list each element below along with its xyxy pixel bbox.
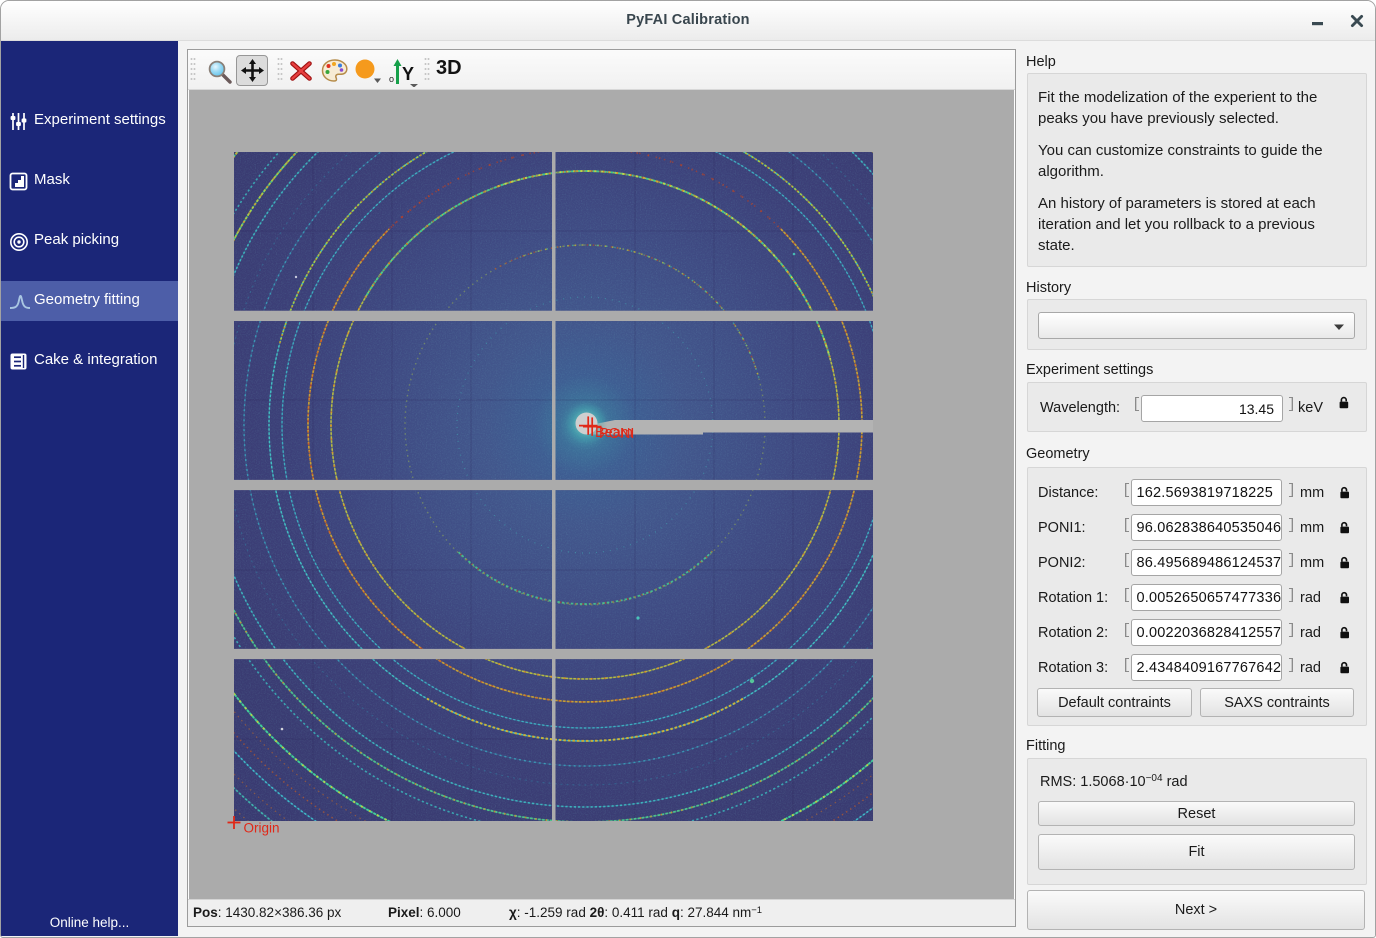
svg-text:PONI: PONI (599, 426, 634, 442)
svg-text:o: o (389, 74, 394, 84)
svg-text:Origin: Origin (244, 821, 280, 836)
svg-text:Y: Y (402, 64, 414, 84)
